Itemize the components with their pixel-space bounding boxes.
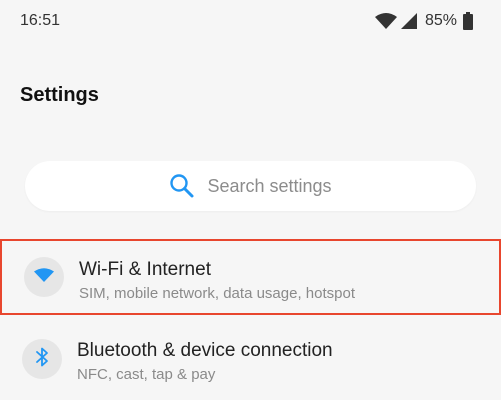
settings-item-subtitle: NFC, cast, tap & pay: [77, 366, 216, 383]
settings-item-bluetooth[interactable]: Bluetooth & device connection NFC, cast,…: [0, 324, 501, 400]
settings-item-subtitle: SIM, mobile network, data usage, hotspot: [79, 285, 355, 302]
battery-percent: 85%: [424, 12, 457, 29]
page-title: Settings: [20, 84, 99, 106]
wifi-icon-circle: [24, 257, 64, 297]
bluetooth-icon-circle: [22, 339, 62, 379]
status-icons: 85%: [374, 10, 473, 32]
status-time: 16:51: [20, 12, 61, 29]
settings-item-title: Wi-Fi & Internet: [79, 259, 211, 280]
wifi-icon: [34, 267, 54, 287]
wifi-icon: [374, 13, 397, 29]
search-icon: [169, 173, 195, 199]
status-bar: 16:51 85%: [0, 0, 501, 44]
search-placeholder: Search settings: [207, 175, 332, 196]
settings-item-wifi-internet[interactable]: Wi-Fi & Internet SIM, mobile network, da…: [0, 239, 501, 315]
bluetooth-icon: [35, 347, 49, 372]
settings-screen: 16:51 85% Settings Search settings Wi-Fi…: [0, 0, 501, 400]
search-bar[interactable]: Search settings: [25, 161, 476, 211]
settings-item-title: Bluetooth & device connection: [77, 340, 333, 361]
cell-signal-icon: [400, 13, 417, 29]
battery-icon: [463, 12, 473, 30]
